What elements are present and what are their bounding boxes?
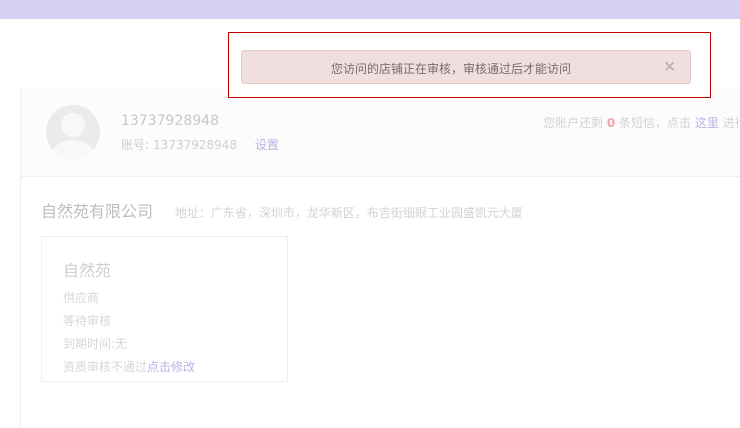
sms-here-link[interactable]: 这里 — [695, 116, 719, 130]
store-status: 等待审核 — [63, 314, 112, 328]
sms-count: 0 — [606, 116, 616, 130]
store-type: 供应商 — [63, 291, 100, 305]
company-row: 自然苑有限公司 地址：广东省，深圳市，龙华新区，布吉街细眼工业园盛凯元大厦 — [41, 198, 523, 222]
account-value: 13737928948 — [153, 138, 238, 152]
user-phone: 13737928948 — [121, 113, 219, 129]
close-icon[interactable]: × — [663, 58, 676, 74]
review-alert: 您访问的店铺正在审核，审核通过后才能访问 × — [241, 50, 691, 84]
account-label: 账号: — [121, 138, 150, 152]
store-review-line: 资质审核不通过点击修改 — [63, 358, 195, 375]
sms-notice: 您账户还剩 0 条短信，点击 这里 进行 — [543, 114, 740, 131]
top-bar — [0, 0, 740, 19]
address-label: 地址： — [174, 206, 211, 220]
sms-prefix: 您账户还剩 — [543, 116, 604, 130]
settings-link[interactable]: 设置 — [255, 138, 279, 152]
avatar — [46, 105, 100, 159]
company-name: 自然苑有限公司 — [41, 202, 154, 221]
sms-suffix: 进行 — [722, 116, 740, 130]
store-card: 自然苑 供应商 等待审核 到期时间:无 资质审核不通过点击修改 — [41, 236, 288, 382]
account-panel: 13737928948 账号: 13737928948 设置 您账户还剩 0 条短… — [20, 88, 740, 428]
company-address: 地址：广东省，深圳市，龙华新区，布吉街细眼工业园盛凯元大厦 — [175, 206, 523, 220]
avatar-body-icon — [52, 140, 94, 159]
alert-message: 您访问的店铺正在审核，审核通过后才能访问 — [330, 62, 571, 76]
store-expiry: 到期时间:无 — [63, 337, 128, 351]
alert-highlight-frame: 您访问的店铺正在审核，审核通过后才能访问 × — [228, 32, 711, 98]
review-fix-link[interactable]: 点击修改 — [147, 360, 195, 374]
address-value: 广东省，深圳市，龙华新区，布吉街细眼工业园盛凯元大厦 — [210, 206, 523, 220]
account-line: 账号: 13737928948 设置 — [121, 136, 279, 153]
sms-middle: 条短信，点击 — [619, 116, 692, 130]
store-name: 自然苑 — [63, 261, 112, 280]
user-info-row: 13737928948 账号: 13737928948 设置 您账户还剩 0 条短… — [21, 88, 740, 177]
avatar-head-icon — [61, 113, 85, 137]
review-status-text: 资质审核不通过 — [63, 360, 148, 374]
